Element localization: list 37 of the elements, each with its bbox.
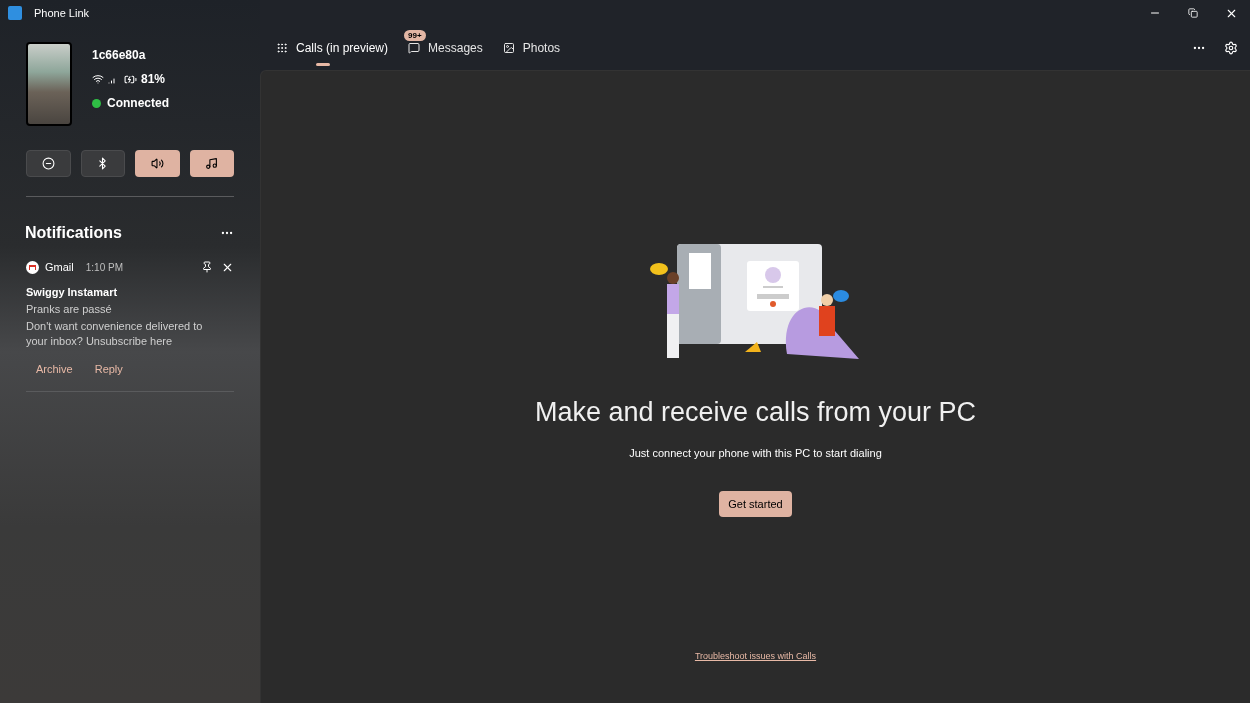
bluetooth-toggle[interactable] — [80, 150, 126, 177]
connection-status: Connected — [107, 95, 169, 112]
music-toggle[interactable] — [189, 150, 234, 177]
app-logo-icon — [8, 6, 22, 20]
notification-action-button[interactable]: Archive — [36, 360, 73, 377]
settings-button[interactable] — [1224, 41, 1238, 55]
volume-toggle[interactable] — [135, 150, 180, 177]
notification-sender: Swiggy Instamart — [26, 284, 119, 300]
calls-tab-icon — [276, 42, 288, 54]
device-name: 1c66e80a — [92, 47, 147, 64]
unread-badge: 99+ — [404, 30, 426, 41]
notifications-heading: Notifications — [25, 223, 122, 243]
calls-subtitle: Just connect your phone with this PC to start dialing — [629, 445, 882, 461]
volume-icon — [150, 157, 164, 170]
notification-body: Don't want convenience delivered to your inbox? Unsubscribe here — [26, 318, 204, 349]
get-started-button[interactable]: Get started — [719, 491, 792, 517]
window-title: Phone Link — [34, 5, 90, 21]
mail-app-icon — [26, 260, 39, 274]
photos-tab-icon — [502, 42, 515, 54]
messages-tab-icon — [408, 42, 421, 54]
settings-icon — [1224, 41, 1238, 55]
nav-tab[interactable]: Photos — [502, 26, 561, 70]
battery-level: 81% — [141, 71, 166, 88]
notification-time: 1:10 PM — [85, 260, 123, 275]
notification-app: Gmail — [45, 260, 74, 275]
nav-tab[interactable]: Calls (in preview) — [276, 26, 389, 70]
troubleshoot-link[interactable]: Troubleshoot issues with Calls — [694, 649, 817, 663]
do-not-disturb-toggle[interactable] — [26, 150, 71, 177]
pin-icon — [201, 261, 213, 274]
calls-heading: Make and receive calls from your PC — [534, 396, 977, 429]
restore-icon — [1188, 8, 1198, 18]
notification-subject: Pranks are passé — [26, 302, 113, 317]
notification-action-button[interactable]: Reply — [94, 360, 123, 377]
pin-button[interactable] — [201, 261, 213, 274]
music-icon — [205, 157, 219, 170]
do-not-disturb-icon — [41, 157, 55, 170]
wifi-icon — [92, 73, 104, 85]
